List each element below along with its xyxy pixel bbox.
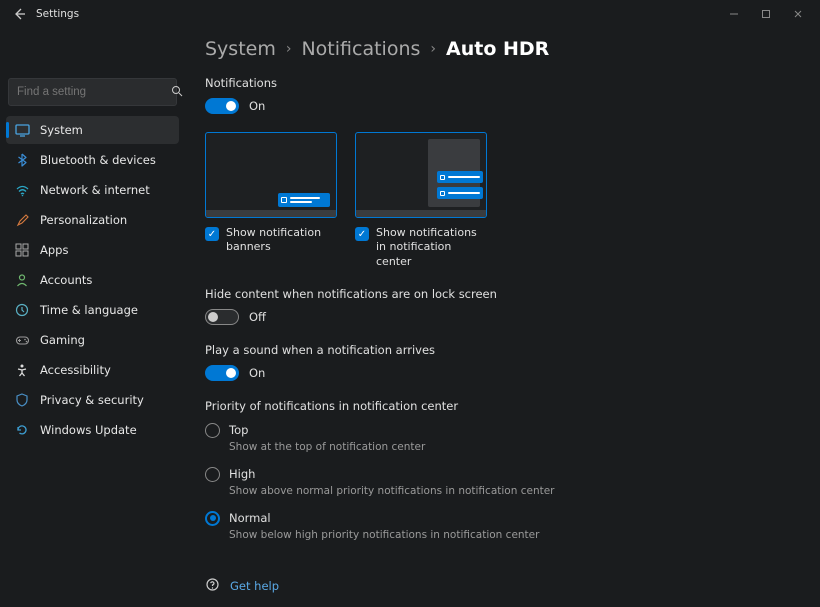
priority-option-high[interactable]: High Show above normal priority notifica… <box>205 467 796 497</box>
wifi-icon <box>14 182 30 198</box>
maximize-button[interactable] <box>750 0 782 28</box>
banner-check-label: Show notification banners <box>226 226 337 255</box>
content: System › Notifications › Auto HDR Notifi… <box>185 28 820 607</box>
chevron-right-icon: › <box>286 41 292 57</box>
breadcrumb: System › Notifications › Auto HDR <box>205 38 796 60</box>
nav-personalization[interactable]: Personalization <box>6 206 179 234</box>
clock-icon <box>14 302 30 318</box>
nav-update[interactable]: Windows Update <box>6 416 179 444</box>
nav-label: System <box>40 123 83 137</box>
brush-icon <box>14 212 30 228</box>
radio-desc: Show below high priority notifications i… <box>229 529 796 541</box>
gamepad-icon <box>14 332 30 348</box>
search-input[interactable] <box>17 86 171 98</box>
nav-label: Time & language <box>40 303 138 317</box>
nav-gaming[interactable]: Gaming <box>6 326 179 354</box>
nav-list: System Bluetooth & devices Network & int… <box>6 116 179 444</box>
nav-privacy[interactable]: Privacy & security <box>6 386 179 414</box>
priority-heading: Priority of notifications in notificatio… <box>205 399 796 413</box>
titlebar: Settings <box>0 0 820 28</box>
hide-content-heading: Hide content when notifications are on l… <box>205 287 796 301</box>
nav-label: Gaming <box>40 333 85 347</box>
get-help-link[interactable]: Get help <box>205 577 796 596</box>
minimize-button[interactable] <box>718 0 750 28</box>
breadcrumb-current: Auto HDR <box>446 38 549 60</box>
nav-label: Bluetooth & devices <box>40 153 156 167</box>
chevron-right-icon: › <box>430 41 436 57</box>
radio-icon <box>205 467 220 482</box>
nav-accessibility[interactable]: Accessibility <box>6 356 179 384</box>
preview-center-card[interactable] <box>355 132 487 218</box>
bluetooth-icon <box>14 152 30 168</box>
breadcrumb-system[interactable]: System <box>205 38 276 60</box>
close-button[interactable] <box>782 0 814 28</box>
help-icon <box>205 577 220 596</box>
banner-checkbox[interactable]: ✓ <box>205 227 219 241</box>
preview-banner-card[interactable] <box>205 132 337 218</box>
radio-desc: Show above normal priority notifications… <box>229 485 796 497</box>
nav-network[interactable]: Network & internet <box>6 176 179 204</box>
window-controls <box>718 0 814 28</box>
display-icon <box>14 122 30 138</box>
update-icon <box>14 422 30 438</box>
hide-content-toggle[interactable] <box>205 309 239 325</box>
window-title: Settings <box>36 8 79 20</box>
play-sound-heading: Play a sound when a notification arrives <box>205 343 796 357</box>
radio-icon <box>205 511 220 526</box>
person-icon <box>14 272 30 288</box>
nav-accounts[interactable]: Accounts <box>6 266 179 294</box>
nav-label: Privacy & security <box>40 393 144 407</box>
notifications-toggle-state: On <box>249 99 265 113</box>
center-check-label: Show notifications in notification cente… <box>376 226 487 269</box>
nav-apps[interactable]: Apps <box>6 236 179 264</box>
radio-desc: Show at the top of notification center <box>229 441 796 453</box>
sidebar: System Bluetooth & devices Network & int… <box>0 28 185 607</box>
radio-label: High <box>229 467 255 481</box>
nav-label: Network & internet <box>40 183 150 197</box>
nav-label: Accessibility <box>40 363 111 377</box>
back-button[interactable] <box>12 7 26 21</box>
search-box[interactable] <box>8 78 177 106</box>
play-sound-toggle[interactable] <box>205 365 239 381</box>
hide-content-state: Off <box>249 310 266 324</box>
center-checkbox[interactable]: ✓ <box>355 227 369 241</box>
nav-bluetooth[interactable]: Bluetooth & devices <box>6 146 179 174</box>
apps-icon <box>14 242 30 258</box>
radio-icon <box>205 423 220 438</box>
notifications-heading: Notifications <box>205 76 796 90</box>
priority-option-normal[interactable]: Normal Show below high priority notifica… <box>205 511 796 541</box>
nav-label: Accounts <box>40 273 92 287</box>
nav-label: Personalization <box>40 213 127 227</box>
priority-option-top[interactable]: Top Show at the top of notification cent… <box>205 423 796 453</box>
accessibility-icon <box>14 362 30 378</box>
nav-time[interactable]: Time & language <box>6 296 179 324</box>
shield-icon <box>14 392 30 408</box>
notifications-toggle[interactable] <box>205 98 239 114</box>
nav-label: Windows Update <box>40 423 137 437</box>
breadcrumb-notifications[interactable]: Notifications <box>301 38 420 60</box>
search-icon <box>171 85 183 100</box>
radio-label: Normal <box>229 511 271 525</box>
nav-system[interactable]: System <box>6 116 179 144</box>
play-sound-state: On <box>249 366 265 380</box>
nav-label: Apps <box>40 243 68 257</box>
radio-label: Top <box>229 423 248 437</box>
help-label: Get help <box>230 579 279 593</box>
